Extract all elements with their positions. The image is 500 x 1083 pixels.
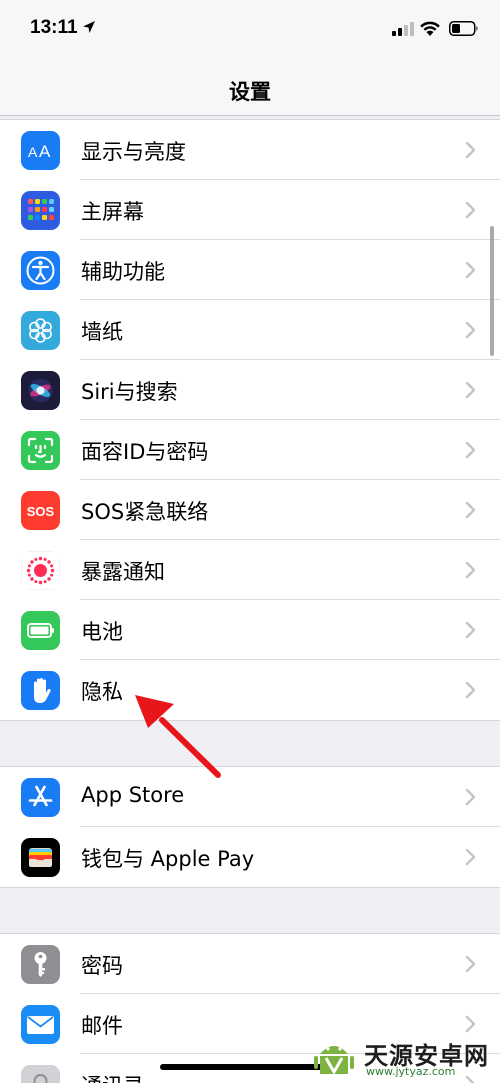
settings-group-1: AA 显示与亮度 主屏幕 辅助功能 墙纸 Siri与搜索 面容ID与密码 SOS… xyxy=(0,119,500,721)
settings-row-wallet[interactable]: 钱包与 Apple Pay xyxy=(0,827,500,887)
app-store-icon xyxy=(21,778,60,817)
settings-row-wallpaper[interactable]: 墙纸 xyxy=(0,300,500,360)
watermark-url: www.jytyaz.com xyxy=(366,1065,456,1078)
settings-row-label: 密码 xyxy=(81,954,123,978)
chevron-right-icon xyxy=(465,1015,476,1033)
battery-status-icon xyxy=(449,21,478,36)
settings-row-label: Siri与搜索 xyxy=(81,380,178,404)
settings-row-label: SOS紧急联络 xyxy=(81,500,209,524)
cellular-signal-icon xyxy=(392,22,414,36)
settings-row-face-id[interactable]: 面容ID与密码 xyxy=(0,420,500,480)
settings-row-home-screen[interactable]: 主屏幕 xyxy=(0,180,500,240)
page-title: 设置 xyxy=(229,80,271,104)
contacts-icon xyxy=(21,1065,60,1083)
settings-row-app-store[interactable]: App Store xyxy=(0,767,500,827)
settings-row-emergency-sos[interactable]: SOS SOS紧急联络 xyxy=(0,480,500,540)
settings-row-label: 通讯录 xyxy=(81,1070,144,1083)
watermark: 天源安卓网 www.jytyaz.com xyxy=(308,1032,500,1083)
settings-row-label: App Store xyxy=(81,783,185,807)
settings-row-exposure-notifications[interactable]: 暴露通知 xyxy=(0,540,500,600)
location-arrow-icon xyxy=(83,21,95,33)
settings-row-label: 显示与亮度 xyxy=(81,140,186,164)
chevron-right-icon xyxy=(465,681,476,699)
settings-row-label: 隐私 xyxy=(81,680,123,704)
settings-row-label: 邮件 xyxy=(81,1014,123,1038)
settings-row-siri[interactable]: Siri与搜索 xyxy=(0,360,500,420)
mail-icon xyxy=(21,1005,60,1044)
chevron-right-icon xyxy=(465,141,476,159)
sos-icon: SOS xyxy=(21,491,60,530)
chevron-right-icon xyxy=(465,848,476,866)
svg-text:A: A xyxy=(39,142,51,161)
battery-icon xyxy=(21,611,60,650)
status-time: 13:11 xyxy=(30,17,78,38)
chevron-right-icon xyxy=(465,501,476,519)
settings-row-label: 电池 xyxy=(81,620,123,644)
chevron-right-icon xyxy=(465,381,476,399)
settings-row-passwords[interactable]: 密码 xyxy=(0,934,500,994)
siri-icon xyxy=(21,371,60,410)
accessibility-icon xyxy=(21,251,60,290)
face-id-icon xyxy=(21,431,60,470)
settings-row-privacy[interactable]: 隐私 xyxy=(0,660,500,720)
chevron-right-icon xyxy=(465,788,476,806)
wifi-icon xyxy=(420,21,440,36)
chevron-right-icon xyxy=(465,321,476,339)
chevron-right-icon xyxy=(465,261,476,279)
status-bar: 13:11 xyxy=(0,0,500,60)
chevron-right-icon xyxy=(465,955,476,973)
android-robot-logo-icon xyxy=(314,1046,354,1076)
settings-row-display-brightness[interactable]: AA 显示与亮度 xyxy=(0,120,500,180)
exposure-notification-icon xyxy=(21,551,60,590)
chevron-right-icon xyxy=(465,201,476,219)
settings-row-battery[interactable]: 电池 xyxy=(0,600,500,660)
settings-row-accessibility[interactable]: 辅助功能 xyxy=(0,240,500,300)
wallet-icon xyxy=(21,838,60,877)
settings-group-2: App Store 钱包与 Apple Pay xyxy=(0,766,500,888)
display-brightness-icon: AA xyxy=(21,131,60,170)
home-screen-icon xyxy=(21,191,60,230)
svg-text:SOS: SOS xyxy=(27,504,55,519)
chevron-right-icon xyxy=(465,441,476,459)
settings-row-label: 墙纸 xyxy=(81,320,123,344)
privacy-hand-icon xyxy=(21,671,60,710)
navigation-bar: 设置 xyxy=(0,60,500,116)
svg-text:A: A xyxy=(28,144,38,160)
settings-row-label: 钱包与 Apple Pay xyxy=(81,847,255,871)
settings-row-label: 暴露通知 xyxy=(81,560,165,584)
settings-row-label: 面容ID与密码 xyxy=(81,440,209,464)
passwords-key-icon xyxy=(21,945,60,984)
annotation-arrow-icon xyxy=(135,695,221,778)
scroll-indicator[interactable] xyxy=(490,226,494,356)
settings-row-label: 主屏幕 xyxy=(81,200,144,224)
chevron-right-icon xyxy=(465,561,476,579)
settings-row-label: 辅助功能 xyxy=(81,260,165,284)
chevron-right-icon xyxy=(465,621,476,639)
wallpaper-icon xyxy=(21,311,60,350)
